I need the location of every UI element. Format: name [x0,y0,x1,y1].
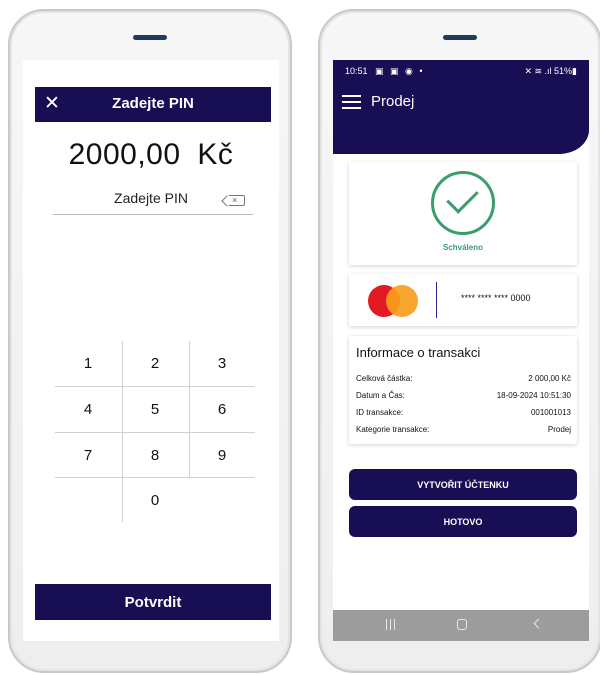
info-row-amount: Celková částka: 2 000,00 Kč [356,374,571,388]
info-row-transaction-id: ID transakce: 001001013 [356,408,571,422]
card-divider [436,282,437,318]
keypad-key-2[interactable]: 2 [122,341,188,386]
recents-icon[interactable] [385,619,396,630]
status-bar: 10:51 ▣ ▣ ◉ • ✕ ≋ .ıl 51%▮ [333,65,589,79]
transaction-result-screen: 10:51 ▣ ▣ ◉ • ✕ ≋ .ıl 51%▮ Prodej Schvál… [333,60,589,641]
payment-card-info: **** **** **** 0000 [349,274,577,326]
create-receipt-button[interactable]: VYTVOŘIT ÚČTENKU [349,469,577,500]
info-label: Datum a Čas: [356,391,405,400]
back-icon[interactable] [533,618,544,629]
done-button[interactable]: HOTOVO [349,506,577,537]
keypad-key-6[interactable]: 6 [189,387,255,432]
keypad-key-8[interactable]: 8 [122,433,188,478]
keypad-key-3[interactable]: 3 [189,341,255,386]
confirm-button[interactable]: Potvrdit [35,584,271,620]
pin-input-underline [53,214,253,215]
pin-header-bar: ✕ Zadejte PIN [35,87,271,122]
phone-frame-left: ✕ Zadejte PIN 2000,00 Kč Zadejte PIN × 1… [8,9,292,673]
info-row-datetime: Datum a Čas: 18-09-2024 10:51:30 [356,391,571,405]
info-label: ID transakce: [356,408,404,417]
keypad-key-7[interactable]: 7 [55,433,121,478]
system-status-icons: ✕ ≋ .ıl 51%▮ [524,66,577,76]
status-time: 10:51 [345,66,368,76]
keypad-key-1[interactable]: 1 [55,341,121,386]
backspace-icon[interactable]: × [229,195,245,206]
notification-icons: ▣ ▣ ◉ • [375,66,425,76]
pin-keypad: 1 2 3 4 5 6 7 8 9 0 [55,341,255,522]
app-header: 10:51 ▣ ▣ ◉ • ✕ ≋ .ıl 51%▮ Prodej [333,60,589,154]
keypad-key-4[interactable]: 4 [55,387,121,432]
android-nav-bar [333,610,589,641]
info-label: Kategorie transakce: [356,425,430,434]
home-icon[interactable] [457,619,467,630]
transaction-info-card: Informace o transakci Celková částka: 2 … [349,336,577,444]
status-approved-label: Schváleno [442,243,483,252]
info-row-category: Kategorie transakce: Prodej [356,425,571,439]
pin-title: Zadejte PIN [112,95,194,112]
check-circle-icon [431,171,495,235]
transaction-info-title: Informace o transakci [356,345,481,360]
backspace-glyph: × [232,195,238,205]
info-value: 18-09-2024 10:51:30 [496,391,571,400]
mastercard-logo-icon [368,285,420,317]
payment-amount: 2000,00 Kč [68,138,234,171]
page-title: Prodej [371,93,415,110]
masked-card-number: **** **** **** 0000 [461,293,531,303]
info-value: 2 000,00 Kč [528,374,571,383]
phone-frame-right: 10:51 ▣ ▣ ◉ • ✕ ≋ .ıl 51%▮ Prodej Schvál… [318,9,600,673]
hamburger-menu-icon[interactable] [342,95,361,109]
speaker-grille [133,35,167,40]
keypad-key-5[interactable]: 5 [122,387,188,432]
speaker-grille [443,35,477,40]
pin-entry-screen: ✕ Zadejte PIN 2000,00 Kč Zadejte PIN × 1… [23,60,279,641]
info-value: 001001013 [530,408,571,417]
info-value: Prodej [547,425,571,434]
keypad-key-0[interactable]: 0 [122,478,188,523]
keypad-key-9[interactable]: 9 [189,433,255,478]
transaction-status-card: Schváleno [349,162,577,265]
info-label: Celková částka: [356,374,413,383]
